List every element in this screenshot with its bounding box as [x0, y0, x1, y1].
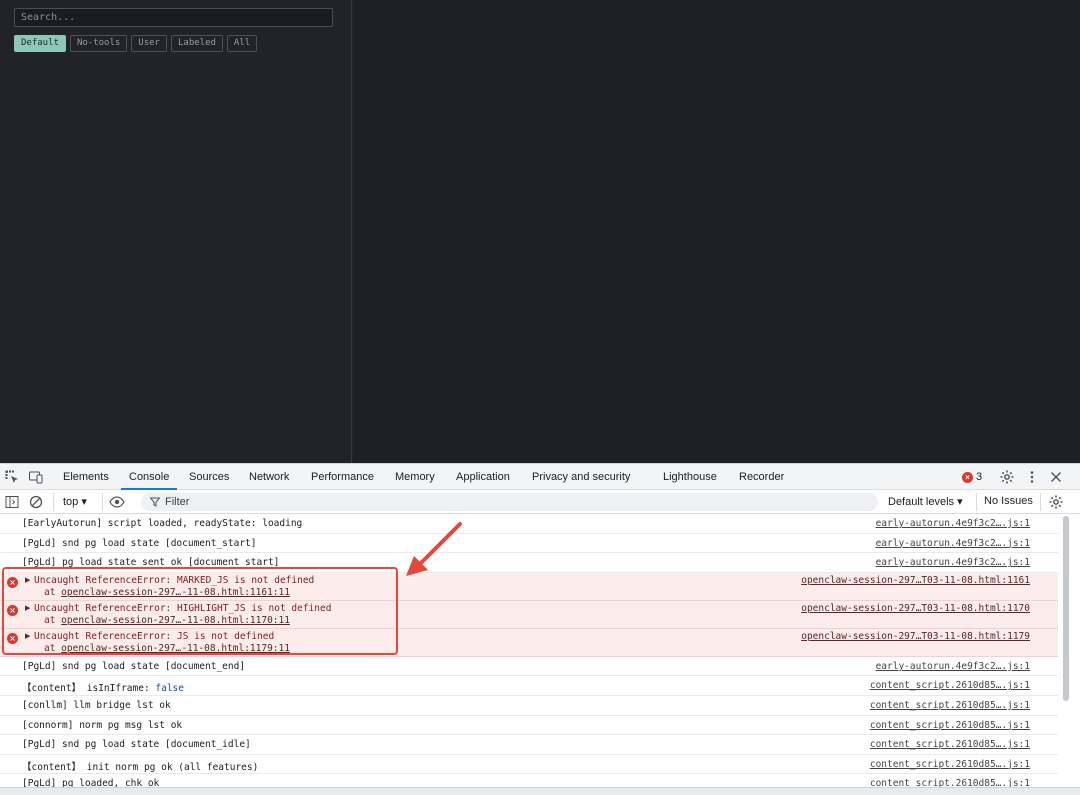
- log-message: 【content】 isInIframe: false: [22, 680, 184, 694]
- context-selector[interactable]: top ▾: [63, 495, 87, 508]
- app-area: Default No-tools User Labeled All: [0, 0, 1080, 463]
- filter-labeled-button[interactable]: Labeled: [170, 35, 223, 52]
- error-counter[interactable]: × 3: [962, 471, 982, 483]
- error-message: Uncaught ReferenceError: HIGHLIGHT_JS is…: [34, 602, 332, 614]
- source-link[interactable]: content_script.2610d85….js:1: [870, 680, 1030, 691]
- console-toolbar: top ▾ Filter Default levels ▾ No Issues: [0, 490, 1080, 514]
- app-main-panel: [353, 0, 1080, 463]
- log-message: 【content】 init norm pg ok (all features): [22, 761, 259, 773]
- expand-triangle-icon[interactable]: ▶: [25, 604, 30, 612]
- source-link[interactable]: early-autorun.4e9f3c2….js:1: [876, 518, 1030, 529]
- console-row[interactable]: [connorm] norm pg msg lst ok content_scr…: [0, 716, 1058, 736]
- console-row[interactable]: [PgLd] snd pg load state [document_idle]…: [0, 735, 1058, 755]
- console-scrollbar[interactable]: [1063, 516, 1069, 701]
- more-vertical-icon[interactable]: [1024, 469, 1040, 485]
- tab-memory[interactable]: Memory: [395, 464, 435, 490]
- clear-console-icon[interactable]: [28, 494, 44, 510]
- tab-sources[interactable]: Sources: [189, 464, 229, 490]
- filter-icon: [150, 497, 160, 507]
- console-error-row[interactable]: × ▶ Uncaught ReferenceError: MARKED_JS i…: [0, 572, 1058, 601]
- source-link[interactable]: early-autorun.4e9f3c2….js:1: [876, 661, 1030, 672]
- window-bottom-edge: [0, 787, 1080, 795]
- tab-performance[interactable]: Performance: [311, 464, 374, 490]
- tab-recorder[interactable]: Recorder: [739, 464, 784, 490]
- source-link[interactable]: openclaw-session-297…T03-11-08.html:1170: [801, 603, 1030, 614]
- log-message: [PgLd] snd pg load state [document_start…: [22, 537, 257, 549]
- source-link[interactable]: early-autorun.4e9f3c2….js:1: [876, 557, 1030, 568]
- tab-application[interactable]: Application: [456, 464, 510, 490]
- log-message: [PgLd] snd pg load state [document_end]: [22, 660, 246, 672]
- log-message: [EarlyAutorun] script loaded, readyState…: [22, 518, 303, 529]
- issues-button[interactable]: No Issues: [984, 495, 1033, 507]
- filter-user-button[interactable]: User: [131, 35, 167, 52]
- tab-network[interactable]: Network: [249, 464, 289, 490]
- toolbar-divider: [102, 493, 103, 511]
- sidebar-toggle-icon[interactable]: [4, 494, 20, 510]
- log-message: [PgLd] pg load state sent ok [document_s…: [22, 557, 280, 569]
- toolbar-divider: [976, 493, 977, 511]
- tab-privacy-and-security[interactable]: Privacy and security: [532, 464, 630, 490]
- source-link[interactable]: openclaw-session-297…T03-11-08.html:1161: [801, 575, 1030, 586]
- filter-no-tools-button[interactable]: No-tools: [69, 35, 128, 52]
- console-row[interactable]: 【content】 isInIframe: false content_scri…: [0, 676, 1058, 696]
- console-row[interactable]: [PgLd] snd pg load state [document_start…: [0, 534, 1058, 554]
- error-icon: ×: [7, 632, 18, 644]
- error-location-link[interactable]: openclaw-session-297…-11-08.html:1161:11: [61, 587, 290, 598]
- tab-lighthouse[interactable]: Lighthouse: [663, 464, 717, 490]
- tab-elements[interactable]: Elements: [63, 464, 109, 490]
- source-link[interactable]: content_script.2610d85….js:1: [870, 700, 1030, 711]
- error-location: at openclaw-session-297…-11-08.html:1170…: [44, 614, 290, 626]
- console-error-row[interactable]: × ▶ Uncaught ReferenceError: JS is not d…: [0, 628, 1058, 657]
- expand-triangle-icon[interactable]: ▶: [25, 576, 30, 584]
- log-message: [conllm] llm bridge lst ok: [22, 699, 171, 711]
- eye-icon[interactable]: [109, 494, 125, 510]
- console-row[interactable]: 【content】 init norm pg ok (all features)…: [0, 755, 1058, 775]
- error-message: Uncaught ReferenceError: MARKED_JS is no…: [34, 574, 315, 586]
- close-icon[interactable]: [1048, 469, 1064, 485]
- error-icon: ×: [7, 604, 18, 616]
- source-link[interactable]: early-autorun.4e9f3c2….js:1: [876, 538, 1030, 549]
- expand-triangle-icon[interactable]: ▶: [25, 632, 30, 640]
- device-toolbar-icon[interactable]: [28, 469, 44, 485]
- error-icon: ×: [962, 471, 973, 483]
- log-message: [connorm] norm pg msg lst ok: [22, 719, 183, 731]
- log-message: [PgLd] snd pg load state [document_idle]: [22, 739, 251, 751]
- inspect-icon[interactable]: [4, 469, 20, 485]
- log-text: 【content】 isInIframe:: [22, 683, 156, 695]
- error-location-link[interactable]: openclaw-session-297…-11-08.html:1170:11: [61, 615, 290, 626]
- console-messages: [EarlyAutorun] script loaded, readyState…: [0, 514, 1062, 794]
- tab-console[interactable]: Console: [121, 464, 178, 490]
- console-error-row[interactable]: × ▶ Uncaught ReferenceError: HIGHLIGHT_J…: [0, 600, 1058, 629]
- error-location-link[interactable]: openclaw-session-297…-11-08.html:1179:11: [61, 643, 290, 654]
- devtools-panel: Elements Console Sources Network Perform…: [0, 463, 1080, 795]
- toolbar-divider: [53, 493, 54, 511]
- console-row[interactable]: [PgLd] pg load state sent ok [document_s…: [0, 553, 1058, 573]
- source-link[interactable]: openclaw-session-297…T03-11-08.html:1179: [801, 631, 1030, 642]
- filter-default-button[interactable]: Default: [14, 35, 66, 52]
- error-location: at openclaw-session-297…-11-08.html:1179…: [44, 642, 290, 654]
- filter-buttons: Default No-tools User Labeled All: [14, 35, 258, 52]
- source-link[interactable]: content_script.2610d85….js:1: [870, 759, 1030, 770]
- search-input[interactable]: [14, 8, 333, 27]
- toolbar-divider: [1040, 493, 1041, 511]
- source-link[interactable]: content_script.2610d85….js:1: [870, 739, 1030, 750]
- console-row[interactable]: [PgLd] snd pg load state [document_end] …: [0, 657, 1058, 677]
- console-row[interactable]: [EarlyAutorun] script loaded, readyState…: [0, 514, 1058, 534]
- error-icon: ×: [7, 576, 18, 588]
- settings-gear-icon[interactable]: [999, 469, 1015, 485]
- error-location: at openclaw-session-297…-11-08.html:1161…: [44, 586, 290, 598]
- filter-all-button[interactable]: All: [226, 35, 258, 52]
- console-settings-icon[interactable]: [1048, 494, 1064, 510]
- source-link[interactable]: content_script.2610d85….js:1: [870, 720, 1030, 731]
- console-row[interactable]: [conllm] llm bridge lst ok content_scrip…: [0, 696, 1058, 716]
- error-count-value: 3: [976, 471, 983, 483]
- log-value: false: [155, 683, 184, 695]
- app-sidebar: Default No-tools User Labeled All: [0, 0, 352, 463]
- error-message: Uncaught ReferenceError: JS is not defin…: [34, 630, 275, 642]
- devtools-tabbar: Elements Console Sources Network Perform…: [0, 464, 1080, 490]
- filter-label: Filter: [165, 496, 190, 508]
- log-levels-dropdown[interactable]: Default levels ▾: [888, 495, 963, 508]
- console-filter-input[interactable]: Filter: [141, 493, 878, 511]
